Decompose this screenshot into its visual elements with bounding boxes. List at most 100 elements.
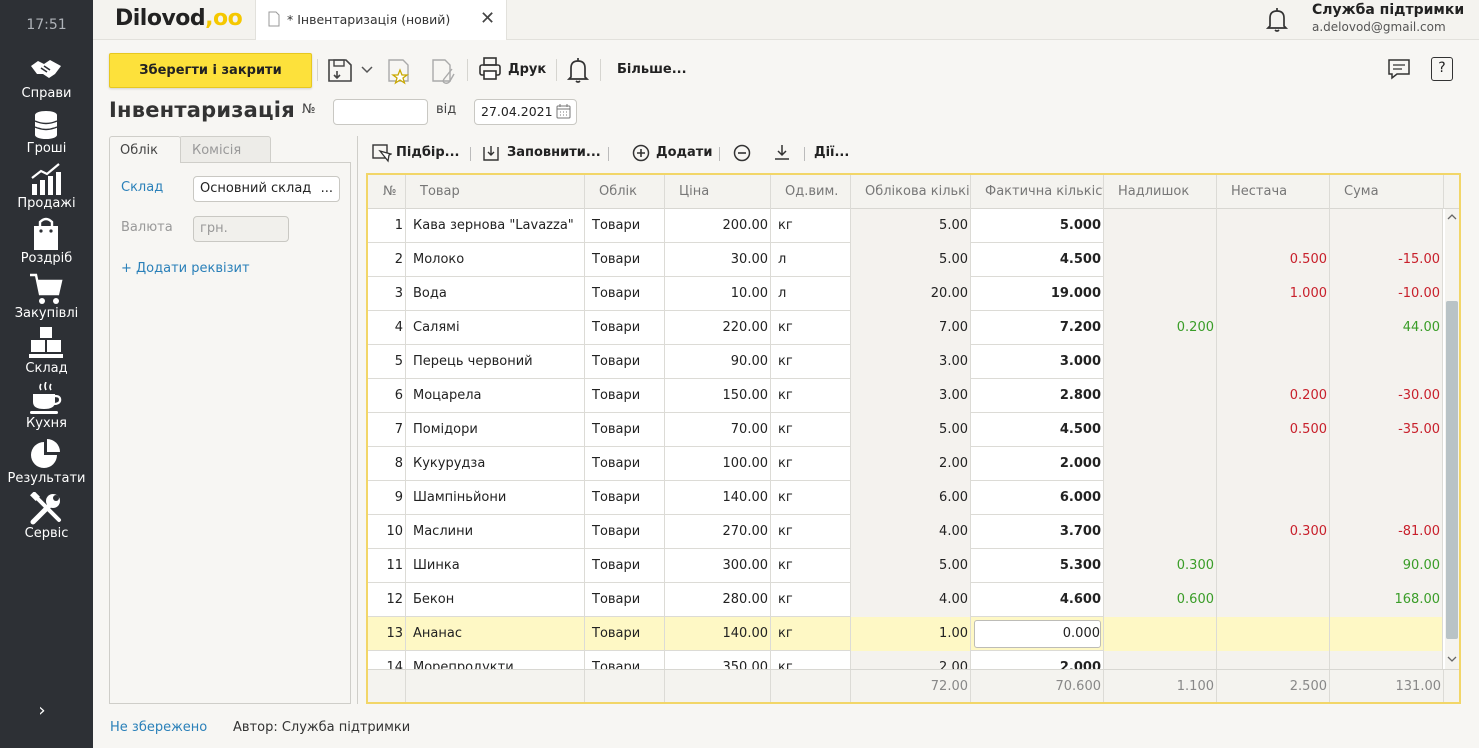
table-row[interactable]: 3 Вода Товари 10.00 л 20.00 19.000 1.000 -10.00	[368, 277, 1443, 311]
cell-book-quantity[interactable]: 20.00	[851, 277, 971, 311]
cell-number[interactable]: 12	[368, 583, 406, 617]
cell-book-quantity[interactable]: 5.00	[851, 243, 971, 277]
cell-number[interactable]: 2	[368, 243, 406, 277]
column-header-item[interactable]: Товар	[406, 175, 585, 209]
add-icon[interactable]	[632, 143, 650, 163]
cell-sum[interactable]	[1330, 617, 1443, 651]
cell-accounting[interactable]: Товари	[585, 549, 665, 583]
scrollbar-thumb[interactable]	[1446, 301, 1458, 639]
cell-shortage[interactable]: 0.500	[1217, 413, 1330, 447]
nav-item-purchases[interactable]: Закупівлі	[0, 272, 93, 324]
cell-price[interactable]: 90.00	[665, 345, 771, 379]
cell-sum[interactable]	[1330, 481, 1443, 515]
cell-unit[interactable]: кг	[771, 651, 851, 669]
cell-number[interactable]: 5	[368, 345, 406, 379]
cell-item[interactable]: Маслини	[406, 515, 585, 549]
cell-book-quantity[interactable]: 4.00	[851, 515, 971, 549]
select-button[interactable]: Підбір...	[396, 145, 460, 160]
cell-number[interactable]: 14	[368, 651, 406, 669]
cell-book-quantity[interactable]: 5.00	[851, 413, 971, 447]
cell-accounting[interactable]: Товари	[585, 651, 665, 669]
column-header-price[interactable]: Ціна	[665, 175, 771, 209]
actual-quantity-input[interactable]: 0.000	[974, 620, 1101, 648]
move-down-icon[interactable]	[773, 143, 791, 163]
column-header-actual-quantity[interactable]: Фактична кількість	[971, 175, 1104, 209]
cell-actual-quantity[interactable]: 2.000	[971, 651, 1104, 669]
cell-shortage[interactable]	[1217, 549, 1330, 583]
cell-accounting[interactable]: Товари	[585, 413, 665, 447]
cell-unit[interactable]: кг	[771, 617, 851, 651]
cell-accounting[interactable]: Товари	[585, 379, 665, 413]
cell-price[interactable]: 10.00	[665, 277, 771, 311]
cell-unit[interactable]: кг	[771, 481, 851, 515]
cell-actual-quantity[interactable]: 7.200	[971, 311, 1104, 345]
cell-actual-quantity[interactable]: 6.000	[971, 481, 1104, 515]
cell-number[interactable]: 9	[368, 481, 406, 515]
cell-item[interactable]: Перець червоний	[406, 345, 585, 379]
cell-unit[interactable]: кг	[771, 379, 851, 413]
cell-unit[interactable]: л	[771, 277, 851, 311]
cell-surplus[interactable]	[1104, 243, 1217, 277]
nav-item-money[interactable]: Гроші	[0, 107, 93, 159]
cell-actual-quantity[interactable]: 4.500	[971, 413, 1104, 447]
actions-button[interactable]: Дії...	[814, 145, 849, 160]
cell-surplus[interactable]	[1104, 447, 1217, 481]
cell-unit[interactable]: кг	[771, 345, 851, 379]
cell-shortage[interactable]: 1.000	[1217, 277, 1330, 311]
cell-surplus[interactable]: 0.300	[1104, 549, 1217, 583]
cell-sum[interactable]: 168.00	[1330, 583, 1443, 617]
cell-actual-quantity[interactable]: 2.000	[971, 447, 1104, 481]
cell-shortage[interactable]: 0.300	[1217, 515, 1330, 549]
cell-price[interactable]: 70.00	[665, 413, 771, 447]
tab-accounting[interactable]: Облік	[109, 136, 181, 163]
cell-sum[interactable]: -10.00	[1330, 277, 1443, 311]
cell-accounting[interactable]: Товари	[585, 209, 665, 243]
cell-item[interactable]: Кукурудза	[406, 447, 585, 481]
add-row-button[interactable]: Додати	[656, 145, 712, 160]
cell-actual-quantity[interactable]: 4.600	[971, 583, 1104, 617]
cell-shortage[interactable]	[1217, 617, 1330, 651]
nav-item-warehouse[interactable]: Склад	[0, 327, 93, 379]
cell-price[interactable]: 150.00	[665, 379, 771, 413]
chevron-down-icon[interactable]	[360, 55, 374, 85]
cell-surplus[interactable]	[1104, 379, 1217, 413]
cell-item[interactable]: Ананас	[406, 617, 585, 651]
cell-surplus[interactable]: 0.600	[1104, 583, 1217, 617]
cell-sum[interactable]	[1330, 447, 1443, 481]
cell-item[interactable]: Молоко	[406, 243, 585, 277]
cell-surplus[interactable]	[1104, 481, 1217, 515]
cell-unit[interactable]: кг	[771, 209, 851, 243]
column-header-number[interactable]: №	[368, 175, 406, 209]
cell-sum[interactable]	[1330, 209, 1443, 243]
cell-accounting[interactable]: Товари	[585, 481, 665, 515]
cell-unit[interactable]: л	[771, 243, 851, 277]
cell-shortage[interactable]	[1217, 481, 1330, 515]
cell-price[interactable]: 140.00	[665, 617, 771, 651]
cell-surplus[interactable]	[1104, 413, 1217, 447]
cell-item[interactable]: Моцарела	[406, 379, 585, 413]
cell-price[interactable]: 220.00	[665, 311, 771, 345]
table-row[interactable]: 2 Молоко Товари 30.00 л 5.00 4.500 0.500 -15.00	[368, 243, 1443, 277]
print-button[interactable]: Друк	[508, 62, 546, 77]
cell-surplus[interactable]	[1104, 651, 1217, 669]
cell-shortage[interactable]	[1217, 209, 1330, 243]
cell-item[interactable]: Шинка	[406, 549, 585, 583]
fill-icon[interactable]	[482, 143, 500, 163]
notifications-bell-icon[interactable]	[1265, 7, 1289, 33]
calendar-icon[interactable]	[556, 104, 571, 119]
help-button[interactable]: ?	[1431, 57, 1453, 81]
attachment-icon[interactable]	[430, 55, 456, 85]
cell-item[interactable]: Морепродукти	[406, 651, 585, 669]
cell-sum[interactable]: -30.00	[1330, 379, 1443, 413]
cell-shortage[interactable]	[1217, 583, 1330, 617]
cell-price[interactable]: 350.00	[665, 651, 771, 669]
nav-item-kitchen[interactable]: Кухня	[0, 382, 93, 434]
expand-nav-button[interactable]: ›	[30, 700, 54, 724]
table-row[interactable]: 5 Перець червоний Товари 90.00 кг 3.00 3.000	[368, 345, 1443, 379]
cell-book-quantity[interactable]: 4.00	[851, 583, 971, 617]
warehouse-field[interactable]: Основний склад ...	[193, 176, 340, 202]
cell-accounting[interactable]: Товари	[585, 243, 665, 277]
cell-surplus[interactable]	[1104, 345, 1217, 379]
print-icon[interactable]	[478, 55, 502, 85]
table-row[interactable]: 6 Моцарела Товари 150.00 кг 3.00 2.800 0.200 -30…	[368, 379, 1443, 413]
